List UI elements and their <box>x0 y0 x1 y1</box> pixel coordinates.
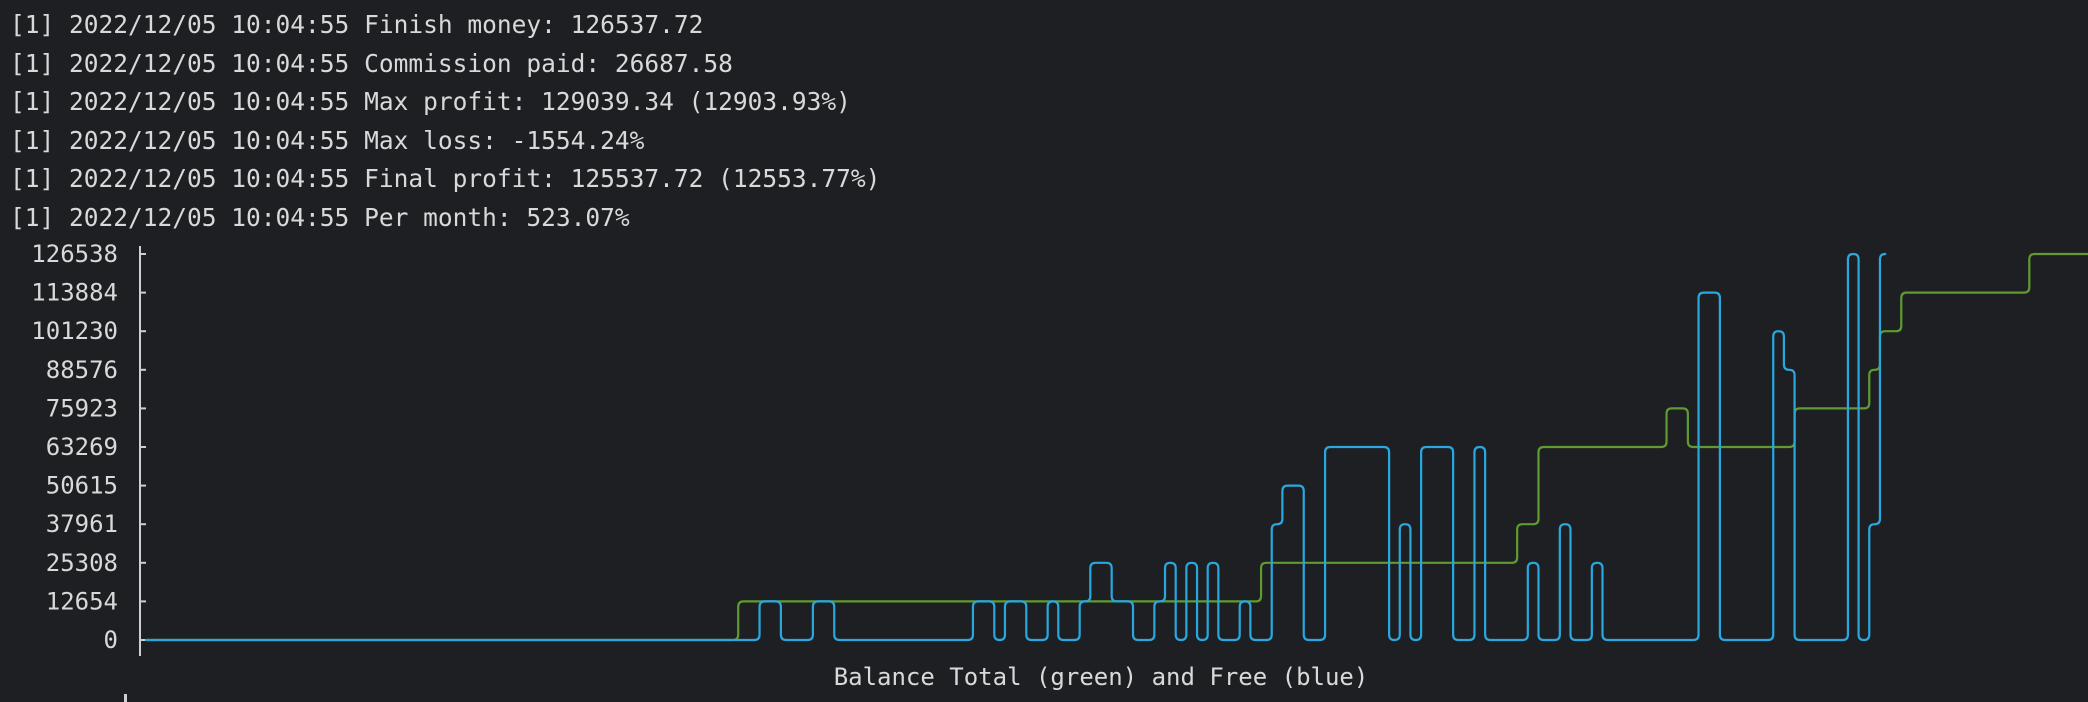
y-tick-label: 0 <box>104 626 118 654</box>
log-line: [1] 2022/12/05 10:04:55 Max profit: 1290… <box>10 83 880 122</box>
log-timestamp: 2022/12/05 10:04:55 <box>69 87 350 116</box>
log-line: [1] 2022/12/05 10:04:55 Max loss: -1554.… <box>10 122 880 161</box>
y-tick-label: 63269 <box>46 433 118 461</box>
log-line: [1] 2022/12/05 10:04:55 Commission paid:… <box>10 45 880 84</box>
log-message: Max loss: -1554.24% <box>364 125 645 155</box>
y-tick-label: 50615 <box>46 472 118 500</box>
log-tag: [1] <box>10 48 55 78</box>
log-timestamp: 2022/12/05 10:04:55 <box>69 202 350 232</box>
y-tick-label: 126538 <box>31 240 118 268</box>
log-message: Finish money: 126537.72 <box>364 10 704 39</box>
log-tag: [1] <box>10 125 55 155</box>
log-message: Final profit: 125537.72 (12553.77%) <box>364 164 881 193</box>
log-tag: [1] <box>10 164 55 193</box>
y-tick-label: 75923 <box>46 394 118 422</box>
y-tick-label: 88576 <box>46 356 118 384</box>
balance-chart: 126538 113884 101230 88576 75923 63269 50615 37… <box>0 236 2088 702</box>
log-line: [1] 2022/12/05 10:04:55 Per month: 523.0… <box>10 199 880 238</box>
y-tick-label: 101230 <box>31 317 118 345</box>
total-series-line <box>144 252 2088 642</box>
log-line: [1] 2022/12/05 10:04:55 Finish money: 12… <box>10 6 880 45</box>
log-output: [1] 2022/12/05 10:04:55 Finish money: 12… <box>10 6 880 237</box>
chart-title: Balance Total (green) and Free (blue) <box>834 663 1369 691</box>
log-message: Commission paid: 26687.58 <box>364 48 733 78</box>
log-timestamp: 2022/12/05 10:04:55 <box>69 48 350 78</box>
log-message: Per month: 523.07% <box>364 202 630 232</box>
log-timestamp: 2022/12/05 10:04:55 <box>69 164 350 193</box>
log-timestamp: 2022/12/05 10:04:55 <box>69 125 350 155</box>
y-tick-label: 37961 <box>46 510 118 538</box>
y-tick-label: 12654 <box>46 587 118 615</box>
log-timestamp: 2022/12/05 10:04:55 <box>69 10 350 39</box>
balance-chart-svg: 126538 113884 101230 88576 75923 63269 50615 37… <box>31 240 2088 691</box>
y-tick-label: 113884 <box>31 279 118 307</box>
y-tick-label: 25308 <box>46 549 118 577</box>
log-tag: [1] <box>10 10 55 39</box>
terminal-cursor <box>124 694 127 702</box>
log-tag: [1] <box>10 87 55 116</box>
log-tag: [1] <box>10 202 55 232</box>
log-message: Max profit: 129039.34 (12903.93%) <box>364 87 851 116</box>
log-line: [1] 2022/12/05 10:04:55 Final profit: 12… <box>10 160 880 199</box>
